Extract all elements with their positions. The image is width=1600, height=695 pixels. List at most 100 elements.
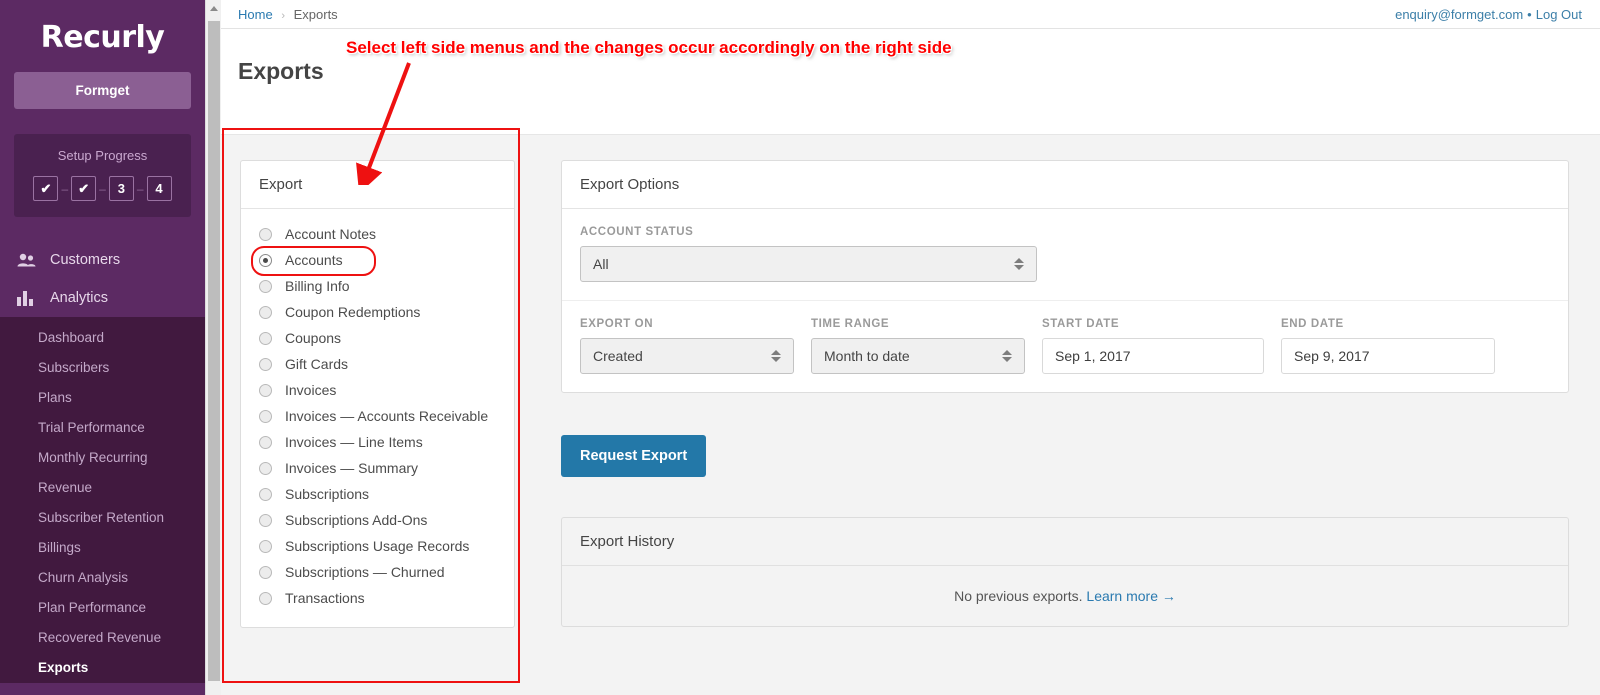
top-right-user-area: enquiry@formget.com • Log Out xyxy=(1395,7,1582,22)
setup-progress-box: Setup Progress ✔ – ✔ – 3 – 4 xyxy=(14,134,191,217)
step-dash: – xyxy=(99,181,106,196)
radio-icon xyxy=(259,357,272,371)
export-history-body: No previous exports. Learn more → xyxy=(562,566,1568,626)
start-date-input[interactable]: Sep 1, 2017 xyxy=(1042,338,1264,374)
breadcrumb-home-link[interactable]: Home xyxy=(238,7,273,22)
breadcrumb: Home › Exports xyxy=(238,7,338,22)
user-email-link[interactable]: enquiry@formget.com xyxy=(1395,7,1523,22)
radio-subscriptions[interactable]: Subscriptions xyxy=(241,481,514,507)
content-right-gutter xyxy=(1570,164,1600,695)
radio-label: Account Notes xyxy=(285,226,377,242)
sidebar-item-dashboard[interactable]: Dashboard xyxy=(0,323,205,353)
radio-invoices-line-items[interactable]: Invoices — Line Items xyxy=(241,429,514,455)
setup-step-2[interactable]: ✔ xyxy=(71,176,97,201)
learn-more-link[interactable]: Learn more → xyxy=(1086,588,1175,604)
content-area: Export Account Notes Accounts Billing In… xyxy=(221,134,1600,695)
account-status-select[interactable]: All xyxy=(580,246,1037,282)
sidebar: Recurly Formget Setup Progress ✔ – ✔ – 3… xyxy=(0,0,205,695)
radio-label: Gift Cards xyxy=(285,356,349,372)
radio-billing-info[interactable]: Billing Info xyxy=(241,273,514,299)
radio-label: Invoices — Line Items xyxy=(285,434,423,450)
end-date-field: END DATE Sep 9, 2017 xyxy=(1281,318,1495,374)
page-scrollbar[interactable] xyxy=(205,0,221,695)
setup-step-4[interactable]: 4 xyxy=(146,176,172,201)
radio-label: Coupons xyxy=(285,330,342,346)
sidebar-item-label: Customers xyxy=(50,252,121,268)
account-status-label: ACCOUNT STATUS xyxy=(580,226,694,238)
radio-icon xyxy=(259,565,272,579)
sidebar-item-plans[interactable]: Plans xyxy=(0,383,205,413)
setup-step-3[interactable]: 3 xyxy=(108,176,134,201)
radio-invoices-summary[interactable]: Invoices — Summary xyxy=(241,455,514,481)
radio-icon xyxy=(259,409,272,423)
end-date-label: END DATE xyxy=(1281,318,1344,330)
radio-icon xyxy=(259,487,272,501)
analytics-submenu: Dashboard Subscribers Plans Trial Perfor… xyxy=(0,317,205,683)
breadcrumb-separator-icon: › xyxy=(281,10,285,22)
sidebar-item-churn-analysis[interactable]: Churn Analysis xyxy=(0,563,205,593)
radio-invoices-accounts-receivable[interactable]: Invoices — Accounts Receivable xyxy=(241,403,514,429)
sidebar-item-analytics[interactable]: Analytics xyxy=(0,279,205,317)
setup-step-1[interactable]: ✔ xyxy=(33,176,59,201)
sidebar-item-label: Analytics xyxy=(50,290,109,306)
end-date-input[interactable]: Sep 9, 2017 xyxy=(1281,338,1495,374)
start-date-value: Sep 1, 2017 xyxy=(1055,348,1131,364)
export-history-empty-text: No previous exports. xyxy=(954,588,1083,604)
step-dash: – xyxy=(61,181,69,196)
radio-label: Billing Info xyxy=(285,278,350,294)
customers-icon xyxy=(17,253,37,267)
radio-label: Subscriptions xyxy=(285,486,370,502)
export-on-value: Created xyxy=(593,348,643,364)
radio-subscriptions-usage-records[interactable]: Subscriptions Usage Records xyxy=(241,533,514,559)
radio-coupons[interactable]: Coupons xyxy=(241,325,514,351)
radio-label: Invoices xyxy=(285,382,337,398)
date-filters-grid: EXPORT ON Created TIME RANGE Month to da… xyxy=(580,318,1550,374)
radio-coupon-redemptions[interactable]: Coupon Redemptions xyxy=(241,299,514,325)
scrollbar-up-arrow-icon[interactable] xyxy=(206,0,221,17)
radio-label: Subscriptions Usage Records xyxy=(285,538,470,554)
logout-link[interactable]: Log Out xyxy=(1536,7,1582,22)
radio-transactions[interactable]: Transactions xyxy=(241,585,514,611)
sidebar-item-plan-performance[interactable]: Plan Performance xyxy=(0,593,205,623)
sidebar-item-trial-performance[interactable]: Trial Performance xyxy=(0,413,205,443)
sidebar-item-monthly-recurring[interactable]: Monthly Recurring xyxy=(0,443,205,473)
request-export-button[interactable]: Request Export xyxy=(561,435,707,477)
time-range-select[interactable]: Month to date xyxy=(811,338,1025,374)
sidebar-item-subscriber-retention[interactable]: Subscriber Retention xyxy=(0,503,205,533)
sidebar-item-customers[interactable]: Customers xyxy=(0,241,205,279)
account-switcher-button[interactable]: Formget xyxy=(14,72,191,109)
time-range-label: TIME RANGE xyxy=(811,318,890,330)
radio-icon xyxy=(259,513,272,527)
export-type-radio-group: Account Notes Accounts Billing Info Coup… xyxy=(241,209,514,627)
account-status-value: All xyxy=(593,256,609,272)
sidebar-item-billings[interactable]: Billings xyxy=(0,533,205,563)
radio-label: Invoices — Accounts Receivable xyxy=(285,408,489,424)
radio-label: Transactions xyxy=(285,590,365,606)
setup-progress-steps: ✔ – ✔ – 3 – 4 xyxy=(14,176,191,201)
radio-subscriptions-churned[interactable]: Subscriptions — Churned xyxy=(241,559,514,585)
export-on-select[interactable]: Created xyxy=(580,338,794,374)
start-date-field: START DATE Sep 1, 2017 xyxy=(1042,318,1264,374)
radio-icon xyxy=(259,305,272,319)
scrollbar-thumb[interactable] xyxy=(208,21,220,681)
annotation-arrow-icon xyxy=(356,62,411,185)
radio-account-notes[interactable]: Account Notes xyxy=(241,221,514,247)
sidebar-item-exports[interactable]: Exports xyxy=(0,653,205,683)
radio-gift-cards[interactable]: Gift Cards xyxy=(241,351,514,377)
radio-subscriptions-add-ons[interactable]: Subscriptions Add-Ons xyxy=(241,507,514,533)
export-on-field: EXPORT ON Created xyxy=(580,318,794,374)
sidebar-nav: Customers Analytics Dashboard Subscriber… xyxy=(0,241,205,683)
time-range-value: Month to date xyxy=(824,348,910,364)
radio-label: Coupon Redemptions xyxy=(285,304,421,320)
radio-icon xyxy=(259,461,272,475)
export-options-card: Export Options ACCOUNT STATUS All EXPORT… xyxy=(561,160,1569,393)
radio-accounts[interactable]: Accounts xyxy=(241,246,514,276)
page-title: Exports xyxy=(238,58,324,84)
sidebar-item-revenue[interactable]: Revenue xyxy=(0,473,205,503)
sidebar-item-subscribers[interactable]: Subscribers xyxy=(0,353,205,383)
sidebar-item-recovered-revenue[interactable]: Recovered Revenue xyxy=(0,623,205,653)
radio-icon xyxy=(259,227,272,241)
radio-invoices[interactable]: Invoices xyxy=(241,377,514,403)
radio-icon xyxy=(259,383,272,397)
recurly-logo: Recurly xyxy=(40,20,165,55)
